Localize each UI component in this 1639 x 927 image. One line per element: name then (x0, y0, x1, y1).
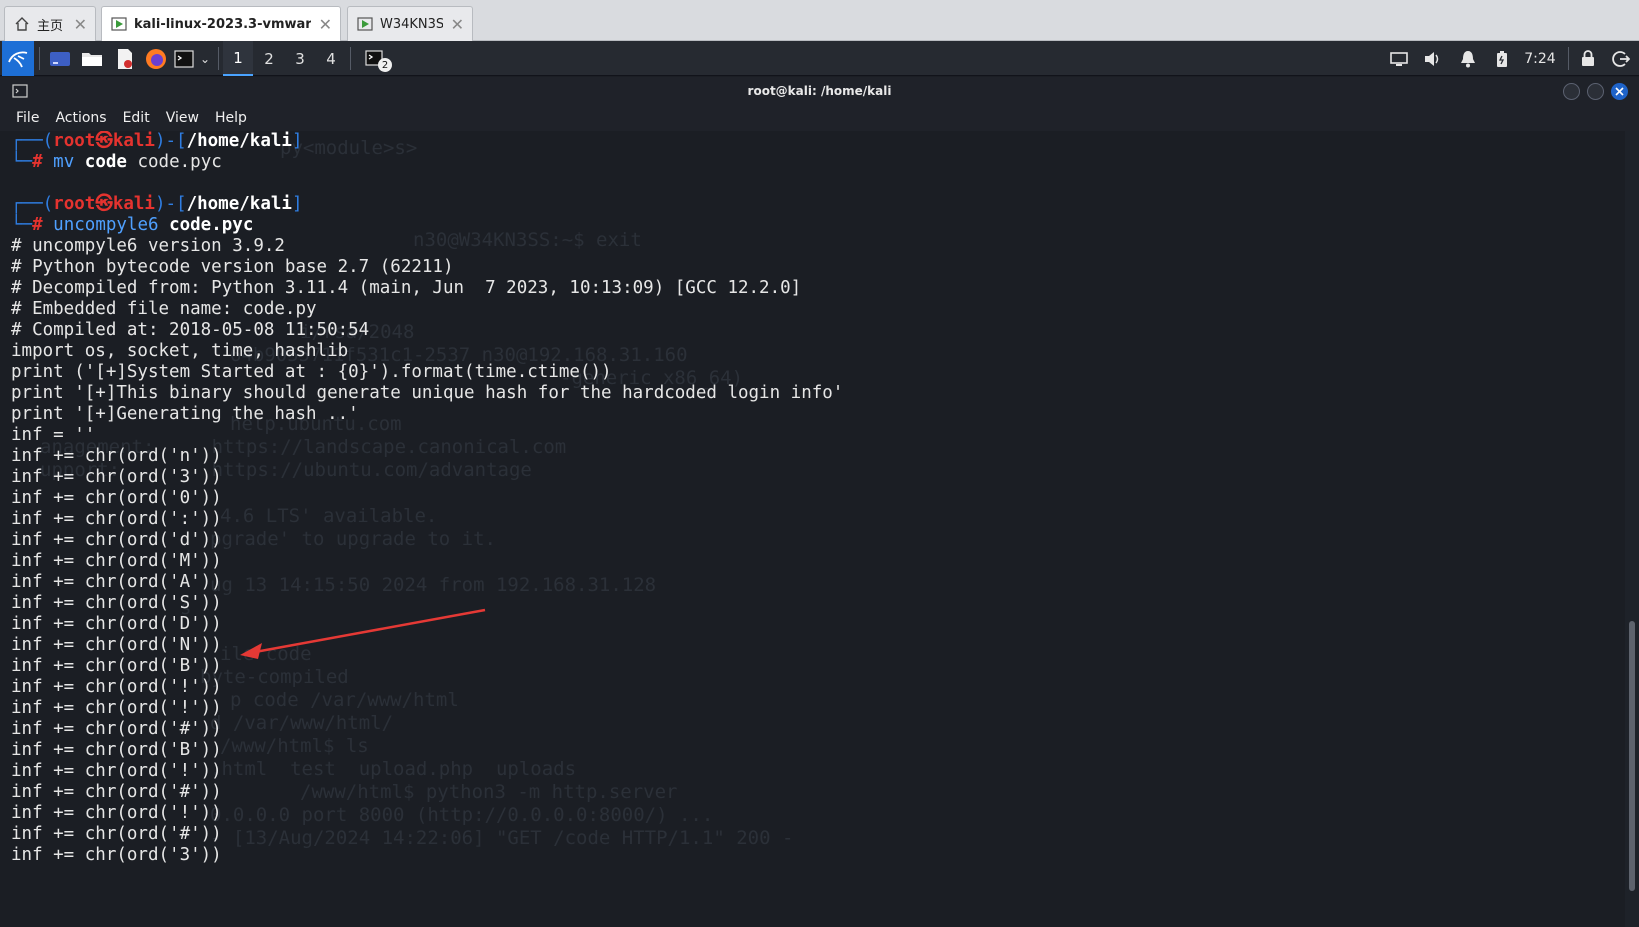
output-line: inf += chr(ord('0')) (11, 488, 222, 508)
output-line: inf += chr(ord(':')) (11, 509, 222, 529)
output-line: inf += chr(ord('3')) (11, 845, 222, 865)
output-line: inf = '' (11, 425, 96, 445)
output-line: inf += chr(ord('!')) (11, 677, 222, 697)
output-line: inf += chr(ord('3')) (11, 467, 222, 487)
output-line: # uncompyle6 version 3.9.2 (11, 236, 285, 256)
tab-label: kali-linux-2023.3-vmware-a... (134, 16, 311, 32)
vm-tab-w34kn3ss[interactable]: W34KN3SS ✕ (347, 6, 473, 41)
output-line: inf += chr(ord('!')) (11, 761, 222, 781)
output-line: inf += chr(ord('#')) (11, 719, 222, 739)
vm-tab-kali[interactable]: kali-linux-2023.3-vmware-a... ✕ (101, 6, 341, 41)
minimize-button[interactable] (1563, 83, 1580, 100)
firefox-icon[interactable] (141, 41, 171, 76)
output-line: inf += chr(ord('S')) (11, 593, 222, 613)
battery-icon[interactable] (1489, 41, 1515, 76)
output-line: import os, socket, time, hashlib (11, 341, 349, 361)
text-editor-icon[interactable] (110, 41, 140, 76)
output-line: print '[+]Generating the hash ..' (11, 404, 359, 424)
output-line: # Compiled at: 2018-05-08 11:50:54 (11, 320, 370, 340)
close-icon[interactable]: ✕ (74, 15, 87, 34)
terminal-app-icon (12, 83, 28, 102)
output-line: inf += chr(ord('!')) (11, 698, 222, 718)
output-line: inf += chr(ord('!')) (11, 803, 222, 823)
scrollbar-thumb[interactable] (1629, 621, 1635, 891)
window-titlebar[interactable]: root@kali: /home/kali (0, 77, 1639, 105)
tab-label: 主页 (37, 18, 64, 34)
output-line: inf += chr(ord('d')) (11, 530, 222, 550)
output-line: inf += chr(ord('M')) (11, 551, 222, 571)
command-line: └─# uncompyle6 code.pyc (11, 215, 254, 235)
workspace-2[interactable]: 2 (254, 41, 284, 76)
menu-view[interactable]: View (166, 110, 199, 126)
lock-icon[interactable] (1575, 41, 1601, 76)
menu-help[interactable]: Help (215, 110, 247, 126)
output-line: inf += chr(ord('n')) (11, 446, 222, 466)
show-desktop-icon[interactable] (45, 41, 75, 76)
close-icon (1615, 87, 1624, 96)
menu-file[interactable]: File (16, 110, 39, 126)
prompt-line: ┌──(root㉿kali)-[/home/kali] (11, 131, 303, 151)
output-line: inf += chr(ord('B')) (11, 740, 222, 760)
menu-actions[interactable]: Actions (55, 110, 106, 126)
kali-menu-icon[interactable] (2, 41, 34, 76)
output-line: inf += chr(ord('D')) (11, 614, 222, 634)
output-line: print ('[+]System Started at : {0}').for… (11, 362, 612, 382)
command-line: └─# mv code code.pyc (11, 152, 222, 172)
menu-edit[interactable]: Edit (123, 110, 150, 126)
tab-label: W34KN3SS (380, 16, 443, 32)
close-button[interactable] (1611, 83, 1628, 100)
output-line: print '[+]This binary should generate un… (11, 383, 844, 403)
vm-tab-home[interactable]: 主页 ✕ (4, 6, 96, 41)
prompt-line: ┌──(root㉿kali)-[/home/kali] (11, 194, 303, 214)
output-line: inf += chr(ord('B')) (11, 656, 222, 676)
close-icon[interactable]: ✕ (451, 15, 464, 34)
file-manager-icon[interactable] (77, 41, 107, 76)
output-line: inf += chr(ord('#')) (11, 824, 222, 844)
output-line: inf += chr(ord('A')) (11, 572, 222, 592)
top-panel: ⌄ 1 2 3 4 2 7:24 (0, 41, 1639, 76)
chevron-down-icon[interactable]: ⌄ (197, 41, 213, 76)
workspace-3[interactable]: 3 (285, 41, 315, 76)
terminal-output[interactable]: py<module>s> n30@W34KN3SS:~$ exit i/rsa/20… (0, 131, 1625, 927)
vm-icon (356, 15, 374, 33)
output-line: inf += chr(ord('N')) (11, 635, 222, 655)
terminal-scrollbar[interactable] (1625, 131, 1639, 927)
window-count-badge: 2 (378, 58, 392, 72)
output-line: inf += chr(ord('#')) (11, 782, 222, 802)
volume-icon[interactable] (1420, 41, 1446, 76)
output-line: # Python bytecode version base 2.7 (6221… (11, 257, 454, 277)
display-icon[interactable] (1386, 41, 1412, 76)
notification-bell-icon[interactable] (1455, 41, 1481, 76)
workspace-1[interactable]: 1 (223, 41, 253, 76)
decompiled-output: # uncompyle6 version 3.9.2 # Python bytec… (11, 236, 1611, 866)
logout-icon[interactable] (1608, 41, 1634, 76)
menu-bar: File Actions Edit View Help (0, 105, 1639, 131)
vmware-tab-bar: 主页 ✕ kali-linux-2023.3-vmware-a... ✕ W34… (0, 0, 1639, 41)
workspace-4[interactable]: 4 (316, 41, 346, 76)
home-icon (13, 15, 31, 33)
close-icon[interactable]: ✕ (319, 15, 332, 34)
terminal-launcher-icon[interactable] (172, 41, 196, 76)
panel-clock[interactable]: 7:24 (1520, 41, 1560, 76)
output-line: # Decompiled from: Python 3.11.4 (main, … (11, 278, 802, 298)
window-title: root@kali: /home/kali (747, 84, 892, 98)
terminal-window: root@kali: /home/kali File Actions Edit … (0, 77, 1639, 927)
maximize-button[interactable] (1587, 83, 1604, 100)
vm-icon (110, 15, 128, 33)
output-line: # Embedded file name: code.py (11, 299, 317, 319)
taskbar-terminal-button[interactable]: 2 (356, 41, 394, 76)
